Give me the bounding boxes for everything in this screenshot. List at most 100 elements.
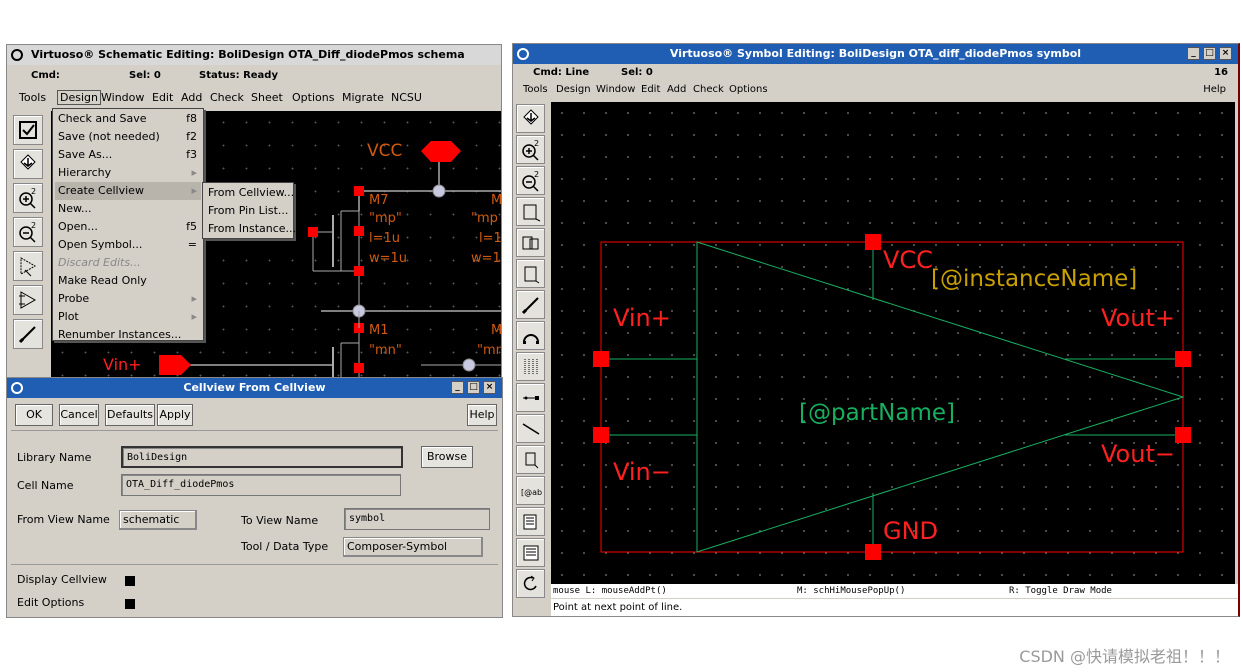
menu-check[interactable]: Check [693,84,724,95]
schematic-titlebar[interactable]: Virtuoso® Schematic Editing: BoliDesign … [7,45,501,65]
maximize-icon[interactable]: □ [1203,47,1216,60]
vin-plus-label: Vin+ [103,355,142,374]
submenu-from-pin-list[interactable]: From Pin List... [205,202,291,220]
menu-migrate[interactable]: Migrate [342,91,384,104]
m1-label: M1 [369,323,389,338]
browse-button[interactable]: Browse [421,446,473,468]
ok-button[interactable]: OK [15,404,53,426]
symbol-canvas[interactable]: VCC GND Vin+ Vin− Vout+ Vout− [@instance… [551,102,1235,584]
pan-icon[interactable] [516,228,545,257]
check-save-icon[interactable] [13,115,43,145]
properties-icon[interactable] [516,507,545,536]
prompt-bar: Point at next point of line. [551,599,1238,616]
dialog-titlebar[interactable]: Cellview From Cellview _ □ × [7,378,502,398]
menu-help[interactable]: Help [1203,84,1226,95]
arc-icon[interactable] [516,321,545,350]
defaults-button[interactable]: Defaults [105,404,155,426]
divider [11,430,498,431]
menu-item-create-cellview[interactable]: Create Cellview ▸ [55,182,201,200]
prompt-text: Point at next point of line. [553,602,683,613]
instance-icon[interactable] [13,251,43,281]
menu-item-renumber-instances[interactable]: Renumber Instances... [55,326,201,344]
dialog-title: Cellview From Cellview [183,381,326,394]
close-icon[interactable]: × [483,381,496,394]
menu-options[interactable]: Options [729,84,768,95]
submenu-from-instance[interactable]: From Instance... [205,220,296,238]
menu-tools[interactable]: Tools [523,84,548,95]
m8-model: "mp [471,211,498,226]
menu-options[interactable]: Options [292,91,334,104]
cell-name-field[interactable]: OTA_Diff_diodePmos [121,474,401,496]
zoom-in-icon[interactable]: 2 [13,183,43,213]
menu-item-new[interactable]: New... [55,200,201,218]
close-icon[interactable]: × [1219,47,1232,60]
m8-width: w=1 [471,251,501,266]
menu-item-save-as[interactable]: Save As... f3 [55,146,201,164]
menu-check[interactable]: Check [210,91,244,104]
cell-name-label: Cell Name [17,479,74,492]
display-cellview-checkbox[interactable] [125,576,135,586]
zoom-out-icon[interactable]: 2 [516,166,545,195]
fit-icon[interactable] [516,197,545,226]
menu-item-open[interactable]: Open... f5 [55,218,201,236]
to-view-field[interactable]: symbol [344,508,490,530]
symbol-toolbar: 2 2 [@abc] [513,102,549,616]
menu-design[interactable]: Design [556,84,591,95]
line-icon[interactable] [516,414,545,443]
menu-item-open-symbol[interactable]: Open Symbol... = [55,236,201,254]
pen-icon[interactable] [13,319,43,349]
document-icon[interactable] [516,538,545,567]
menu-sheet[interactable]: Sheet [251,91,283,104]
menu-tools[interactable]: Tools [19,91,46,104]
command-count: 16 [1214,67,1228,78]
menu-add[interactable]: Add [181,91,202,104]
menu-edit[interactable]: Edit [641,84,660,95]
m2-model: "mn [477,343,502,358]
minimize-icon[interactable]: _ [1187,47,1200,60]
tool-data-type-select[interactable]: Composer-Symbol [343,537,483,557]
submenu-from-cellview[interactable]: From Cellview... [205,184,294,202]
submenu-arrow-icon: ▸ [191,292,197,305]
rectangle-icon[interactable] [516,445,545,474]
grid-icon[interactable] [516,352,545,381]
undo-icon[interactable] [516,569,545,598]
edit-options-checkbox[interactable] [125,599,135,609]
menu-item-plot[interactable]: Plot ▸ [55,308,201,326]
svg-text:2: 2 [31,221,36,230]
pen-icon[interactable] [516,290,545,319]
cancel-button[interactable]: Cancel [59,404,99,426]
vin-minus-pin-label: Vin− [613,458,671,486]
save-icon[interactable] [13,149,43,179]
menu-add[interactable]: Add [667,84,686,95]
minimize-icon[interactable]: _ [451,381,464,394]
schematic-toolbar: 2 2 [7,111,49,379]
symbol-titlebar[interactable]: Virtuoso® Symbol Editing: BoliDesign OTA… [513,44,1238,64]
apply-button[interactable]: Apply [157,404,193,426]
pin-icon[interactable] [516,383,545,412]
menu-design[interactable]: Design [57,90,101,105]
menu-window[interactable]: Window [596,84,635,95]
menu-item-check-and-save[interactable]: Check and Save f8 [55,110,201,128]
zoom-in-icon[interactable]: 2 [516,135,545,164]
m7-width: w=1u [369,251,408,266]
divider [11,564,498,565]
from-view-select[interactable]: schematic [119,510,197,530]
window-menu-icon[interactable] [11,49,23,61]
menu-item-save[interactable]: Save (not needed) f2 [55,128,201,146]
menu-item-probe[interactable]: Probe ▸ [55,290,201,308]
wire-icon[interactable] [13,285,43,315]
library-name-field[interactable]: BoliDesign [121,446,403,468]
menu-ncsu[interactable]: NCSU [391,91,422,104]
maximize-icon[interactable]: □ [467,381,480,394]
menu-edit[interactable]: Edit [152,91,173,104]
zoom-out-icon[interactable]: 2 [13,217,43,247]
redraw-icon[interactable] [516,259,545,288]
m8-label: M [491,193,502,208]
menu-window[interactable]: Window [101,91,144,104]
menu-item-hierarchy[interactable]: Hierarchy ▸ [55,164,201,182]
help-button[interactable]: Help [467,404,497,426]
label-icon[interactable]: [@abc] [516,476,545,505]
menu-item-make-read-only[interactable]: Make Read Only [55,272,201,290]
save-icon[interactable] [516,104,545,133]
m7-length: l=1u [369,231,401,246]
